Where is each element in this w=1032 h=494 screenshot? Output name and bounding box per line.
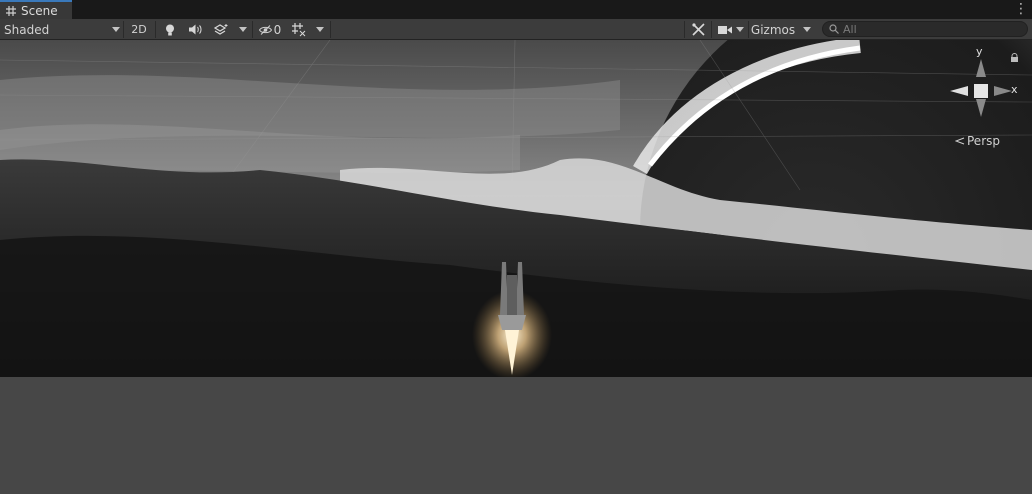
speaker-icon bbox=[188, 24, 201, 35]
hidden-objects-toggle[interactable]: 0 bbox=[256, 19, 284, 40]
lightbulb-icon bbox=[166, 24, 174, 35]
gizmos-label: Gizmos bbox=[750, 22, 796, 37]
ground-plane bbox=[0, 377, 1032, 494]
chevron-down-icon bbox=[316, 27, 324, 32]
camera-settings-button[interactable] bbox=[716, 19, 734, 40]
scene-viewport[interactable]: y x Persp bbox=[0, 40, 1032, 494]
audio-toggle-button[interactable] bbox=[186, 19, 204, 40]
projection-toggle[interactable]: Persp bbox=[955, 134, 1000, 148]
shading-mode-label: Shaded bbox=[4, 22, 50, 37]
tab-bar: Scene ⋮ bbox=[0, 0, 1032, 19]
2d-toggle-label: 2D bbox=[131, 23, 147, 36]
shading-mode-dropdown[interactable]: Shaded bbox=[4, 19, 120, 40]
grid-snap-button[interactable] bbox=[289, 19, 309, 40]
hidden-count: 0 bbox=[273, 22, 282, 37]
layers-sparkle-icon bbox=[214, 23, 228, 35]
grid-dropdown[interactable] bbox=[313, 19, 327, 40]
tab-scene-label: Scene bbox=[21, 3, 58, 18]
perspective-chevron-icon bbox=[955, 137, 965, 145]
chevron-down-icon bbox=[803, 27, 811, 32]
gizmos-button[interactable]: Gizmos bbox=[750, 19, 796, 40]
gizmos-dropdown[interactable] bbox=[800, 19, 814, 40]
projection-label: Persp bbox=[967, 134, 1000, 148]
camera-dropdown[interactable] bbox=[734, 19, 746, 40]
eye-slash-icon bbox=[258, 24, 272, 35]
orientation-gizmo[interactable] bbox=[946, 55, 1016, 125]
scene-toolbar: Shaded 2D 0 Gizmos All bbox=[0, 19, 1032, 40]
search-field[interactable] bbox=[822, 21, 1028, 37]
2d-toggle-button[interactable]: 2D bbox=[127, 19, 151, 40]
chevron-down-icon bbox=[239, 27, 247, 32]
gizmo-y-label: y bbox=[976, 45, 983, 58]
lighting-toggle-button[interactable] bbox=[161, 19, 179, 40]
effects-button[interactable] bbox=[210, 19, 232, 40]
gizmo-x-label: x bbox=[1011, 83, 1018, 96]
camera-icon bbox=[718, 25, 732, 34]
effects-dropdown[interactable] bbox=[237, 19, 249, 40]
tab-scene[interactable]: Scene bbox=[0, 0, 72, 19]
hash-grid-icon bbox=[6, 5, 16, 16]
tools-button[interactable] bbox=[689, 19, 707, 40]
search-input[interactable] bbox=[843, 22, 1013, 36]
grid-snap-icon bbox=[292, 22, 306, 36]
search-icon bbox=[829, 24, 839, 34]
more-options-icon[interactable]: ⋮ bbox=[1014, 1, 1028, 17]
chevron-down-icon bbox=[112, 27, 120, 32]
chevron-down-icon bbox=[736, 27, 744, 32]
wrench-cross-icon bbox=[691, 23, 705, 36]
lock-icon[interactable] bbox=[1010, 53, 1019, 63]
